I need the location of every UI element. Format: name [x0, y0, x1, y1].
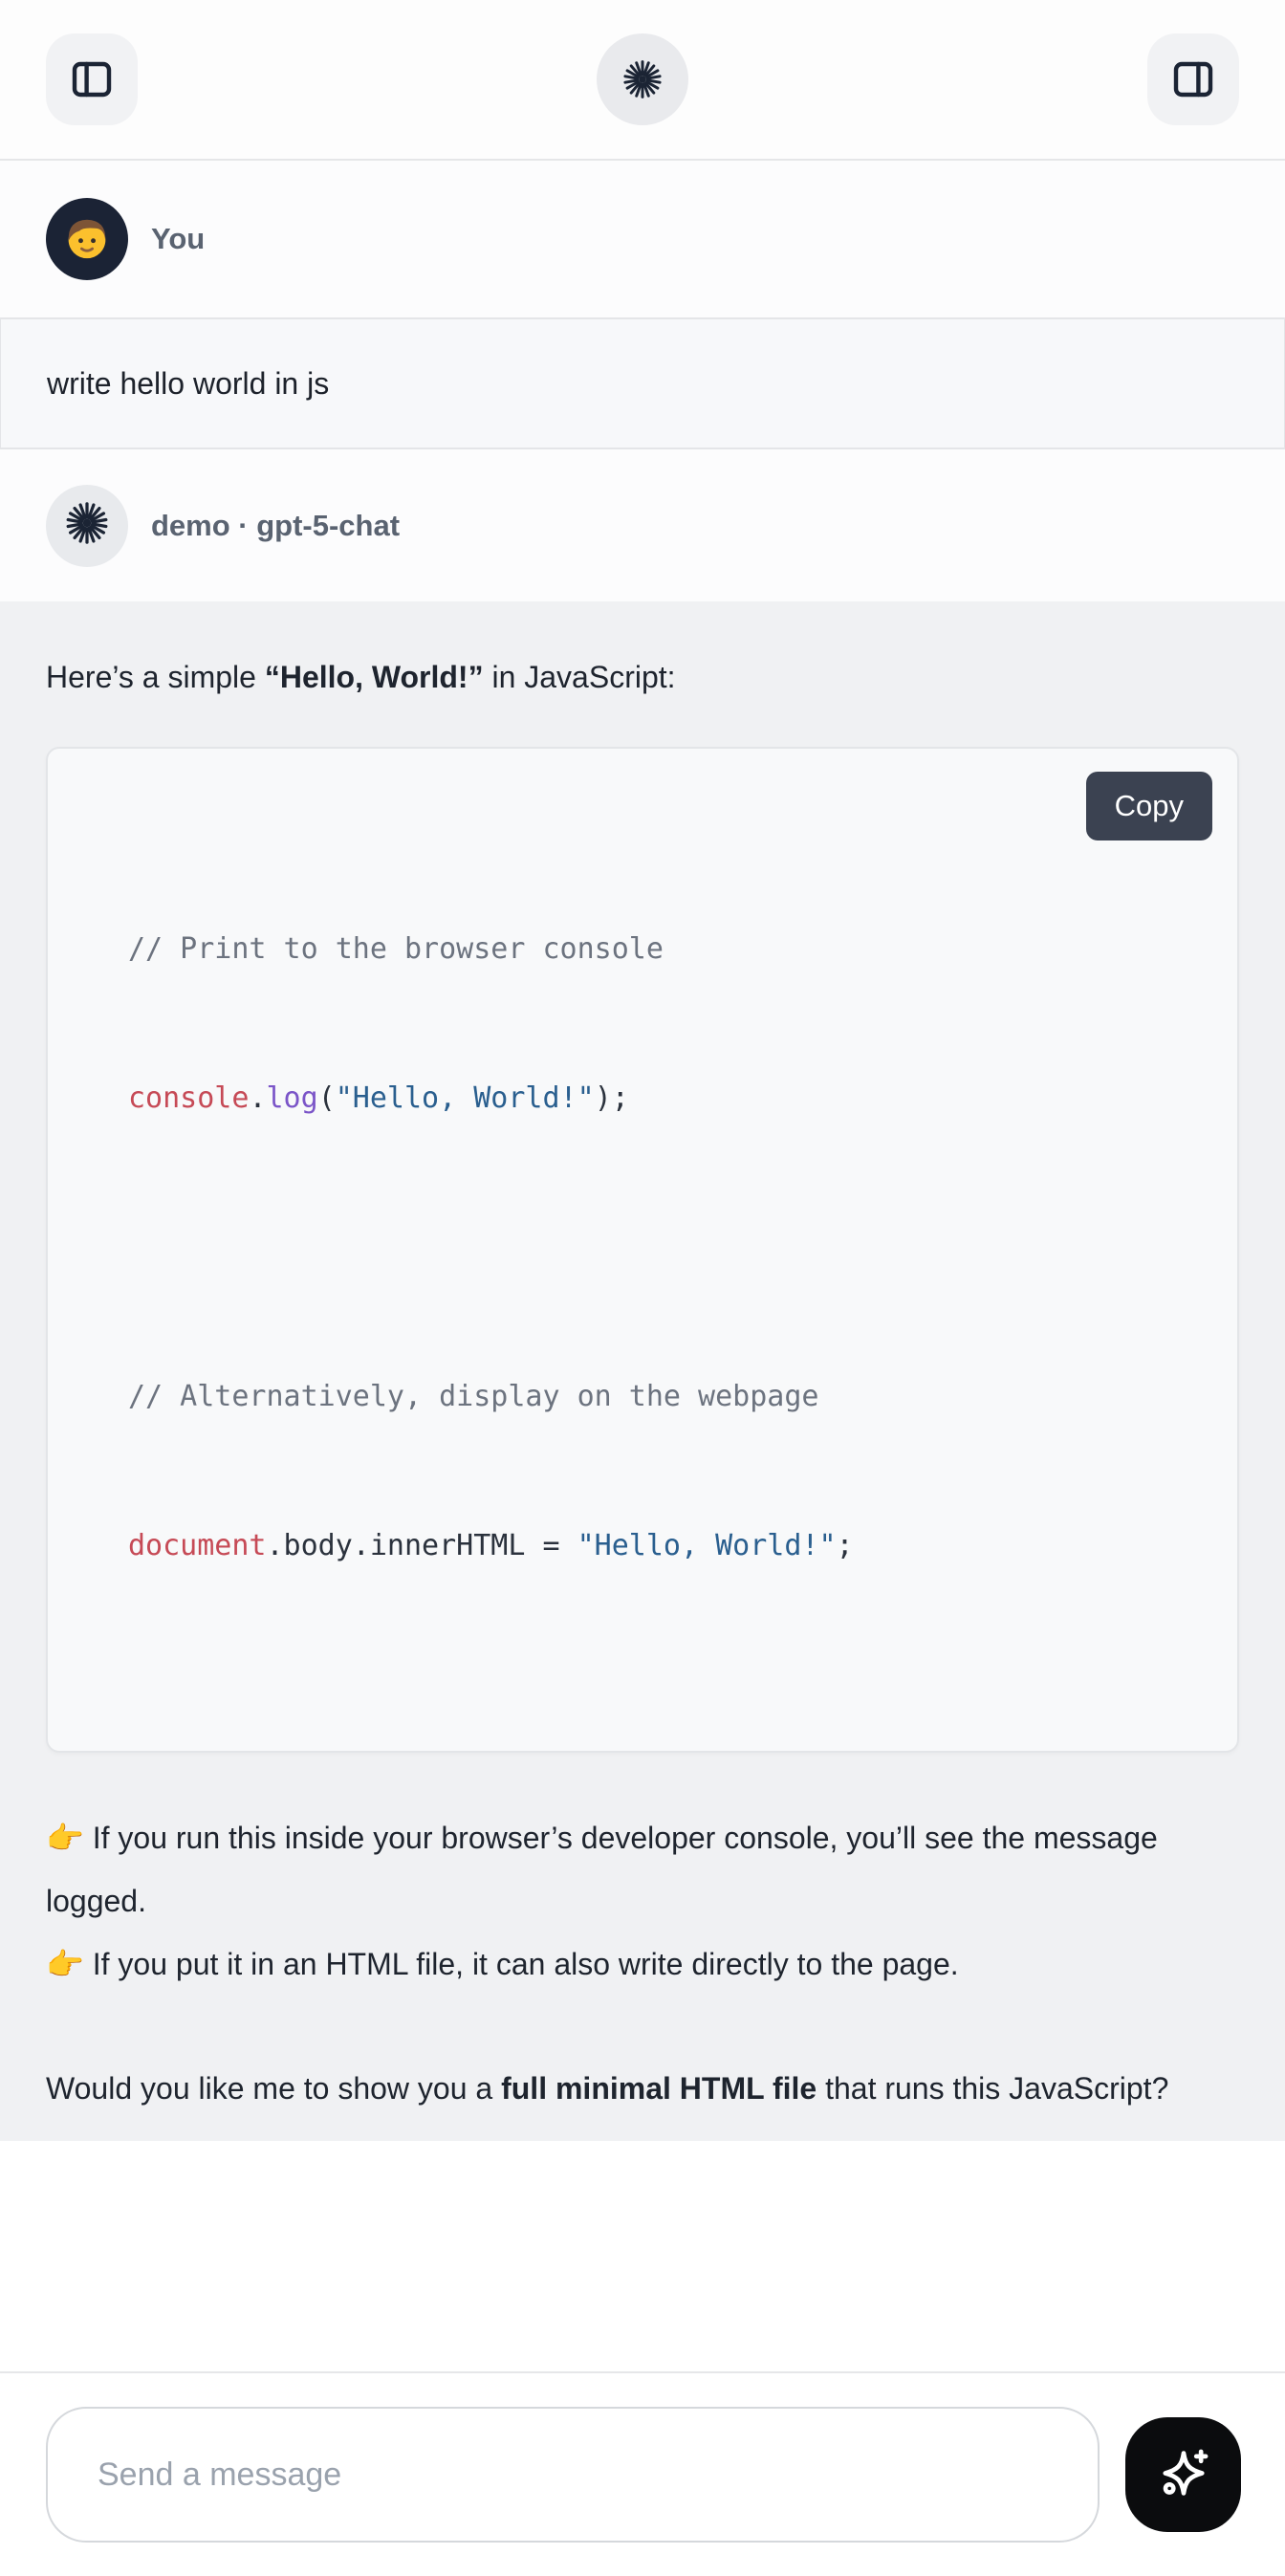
- code-token: "Hello, World!": [336, 1081, 595, 1115]
- question-text-after: that runs this JavaScript?: [817, 2071, 1168, 2106]
- assistant-message-header: demo · gpt-5-chat: [0, 449, 1285, 601]
- assistant-avatar: [46, 485, 128, 567]
- user-author-label: You: [151, 222, 205, 256]
- right-panel-toggle-button[interactable]: [1147, 33, 1239, 125]
- assistant-notes-paragraph: 👉 If you run this inside your browser’s …: [46, 1806, 1239, 1996]
- model-logo-button[interactable]: [597, 33, 688, 125]
- code-token: // Alternatively, display on the webpage: [128, 1380, 818, 1413]
- code-block: // Print to the browser console console.…: [128, 825, 1191, 1670]
- note-line-html: 👉 If you put it in an HTML file, it can …: [46, 1932, 1239, 1996]
- code-line: // Alternatively, display on the webpage: [128, 1372, 1191, 1422]
- code-token: .: [249, 1081, 266, 1115]
- user-avatar: [46, 198, 128, 280]
- assistant-question-paragraph: Would you like me to show you a full min…: [46, 2057, 1239, 2120]
- code-token: "Hello, World!": [577, 1529, 837, 1562]
- question-text: Would you like me to show you a: [46, 2071, 501, 2106]
- note-line-console: 👉 If you run this inside your browser’s …: [46, 1806, 1239, 1932]
- send-button[interactable]: [1125, 2417, 1241, 2532]
- assistant-intro-paragraph: Here’s a simple “Hello, World!” in JavaS…: [46, 645, 1239, 709]
- question-bold-text: full minimal HTML file: [501, 2071, 817, 2106]
- code-token: );: [595, 1081, 629, 1115]
- user-message-text: write hello world in js: [47, 366, 329, 402]
- assistant-author-label: demo · gpt-5-chat: [151, 509, 400, 543]
- code-token: // Print to the browser console: [128, 932, 664, 966]
- starburst-icon: [65, 501, 109, 550]
- message-input[interactable]: [46, 2407, 1100, 2543]
- user-message-bubble: write hello world in js: [0, 317, 1285, 449]
- empty-scroll-area: [0, 2141, 1285, 2371]
- assistant-message-body: Here’s a simple “Hello, World!” in JavaS…: [0, 601, 1285, 2141]
- intro-text: Here’s a simple: [46, 660, 265, 694]
- copy-code-button[interactable]: Copy: [1086, 772, 1212, 840]
- code-token: document: [128, 1529, 267, 1562]
- code-token: (: [318, 1081, 336, 1115]
- code-token: log: [267, 1081, 318, 1115]
- intro-bold-text: “Hello, World!”: [265, 660, 484, 694]
- panel-right-icon: [1170, 56, 1216, 102]
- intro-text-after: in JavaScript:: [484, 660, 676, 694]
- code-token: console: [128, 1081, 249, 1115]
- person-avatar-icon: [60, 210, 114, 269]
- panel-left-icon: [69, 56, 115, 102]
- code-line: document.body.innerHTML = "Hello, World!…: [128, 1521, 1191, 1571]
- code-line: console.log("Hello, World!");: [128, 1074, 1191, 1124]
- sidebar-toggle-button[interactable]: [46, 33, 138, 125]
- code-token: .body.innerHTML =: [267, 1529, 577, 1562]
- code-line: // Print to the browser console: [128, 925, 1191, 974]
- code-token: ;: [837, 1529, 854, 1562]
- code-line-blank: [128, 1223, 1191, 1273]
- code-block-card: Copy // Print to the browser console con…: [46, 747, 1239, 1753]
- top-bar: [0, 0, 1285, 161]
- composer-bar: [0, 2371, 1285, 2576]
- user-message-header: You: [0, 161, 1285, 317]
- sparkle-icon: [1152, 2442, 1215, 2508]
- starburst-icon: [622, 59, 663, 99]
